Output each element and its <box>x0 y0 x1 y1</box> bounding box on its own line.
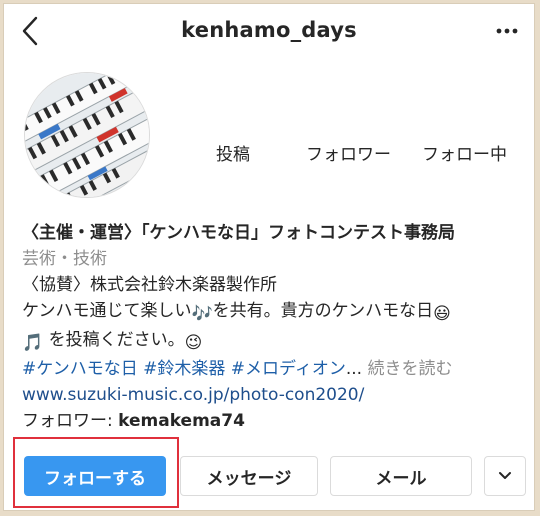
bio-text: を共有。貴方のケンハモな日 <box>212 301 434 321</box>
profile-screen: kenhamo_days 投稿 フォロワー フォロー中 〈主催・運営〉「ケンハモ… <box>3 3 535 511</box>
read-more-link[interactable]: 続きを読む <box>367 359 452 379</box>
hashtag-link[interactable]: #ケンハモな日 <box>22 359 138 379</box>
profile-bio: 〈主催・運営〉「ケンハモな日」フォトコンテスト事務局 芸術・技術 〈協賛〉株式会… <box>22 220 522 434</box>
message-button[interactable]: メッセージ <box>180 456 318 496</box>
posts-count-label[interactable]: 投稿 <box>216 140 250 165</box>
more-horizontal-icon <box>496 28 518 34</box>
following-count-label[interactable]: フォロー中 <box>422 140 507 165</box>
followed-by: フォロワー: kemakema74 <box>22 408 522 434</box>
bio-line-share: ケンハモ通じて楽しい🎶を共有。貴方のケンハモな日😃 <box>22 298 522 327</box>
followed-by-label: フォロワー: <box>22 411 119 431</box>
bio-text: を投稿ください。 <box>43 330 185 350</box>
highlight-annotation-box <box>13 437 179 508</box>
more-options-button[interactable] <box>490 16 524 46</box>
profile-category: 芸術・技術 <box>22 249 107 269</box>
profile-username: kenhamo_days <box>181 18 357 42</box>
followers-count-label[interactable]: フォロワー <box>306 140 391 165</box>
bio-line-sponsor: 〈協賛〉株式会社鈴木楽器製作所 <box>22 275 277 295</box>
profile-display-name: 〈主催・運営〉「ケンハモな日」フォトコンテスト事務局 <box>22 223 455 243</box>
profile-header: kenhamo_days <box>4 4 534 58</box>
musical-notes-emoji: 🎶 <box>191 304 213 324</box>
musical-note-emoji: 🎵 <box>22 333 44 353</box>
followed-by-user-link[interactable]: kemakema74 <box>118 411 245 431</box>
suggested-accounts-toggle[interactable] <box>484 456 526 496</box>
hashtag-link[interactable]: #メロディオン <box>231 359 346 379</box>
bio-hashtags: #ケンハモな日 #鈴木楽器 #メロディオン... 続きを読む <box>22 356 522 382</box>
hashtag-link[interactable]: #鈴木楽器 <box>143 359 225 379</box>
ellipsis: ... <box>345 359 363 379</box>
profile-avatar[interactable] <box>24 72 150 198</box>
melodica-photo-image <box>25 73 149 197</box>
website-link[interactable]: www.suzuki-music.co.jp/photo-con2020/ <box>22 382 522 408</box>
bio-text: ケンハモ通じて楽しい <box>22 301 192 321</box>
smiling-face-emoji: 😃 <box>433 304 451 324</box>
chevron-down-icon <box>499 472 511 479</box>
winking-face-emoji: 😉 <box>184 333 203 353</box>
profile-stats: 投稿 フォロワー フォロー中 <box>194 140 534 166</box>
email-button[interactable]: メール <box>330 456 472 496</box>
bio-line-submit: 🎵 を投稿ください。😉 <box>22 327 522 356</box>
